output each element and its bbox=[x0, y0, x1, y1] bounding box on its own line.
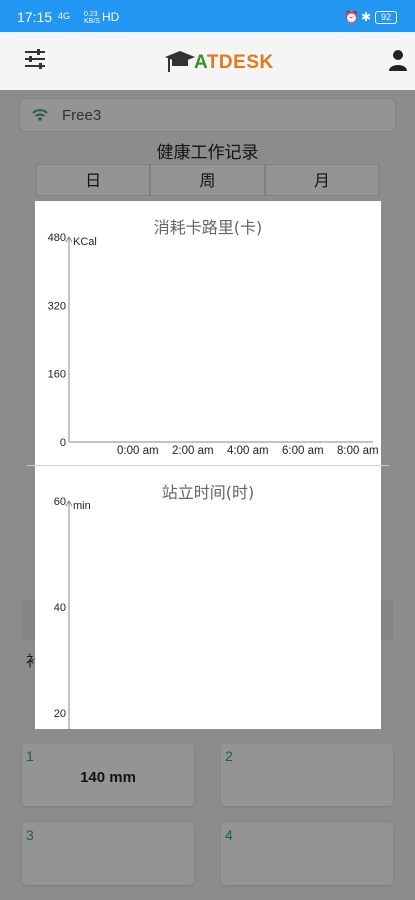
x-tick-label: 0:00 am bbox=[117, 445, 159, 457]
y-axis-label: min bbox=[73, 500, 91, 512]
logo-text: ATDESK bbox=[194, 52, 274, 74]
y-tick-label: 160 bbox=[48, 369, 66, 381]
x-tick-label: 6:00 am bbox=[282, 445, 324, 457]
speed-unit: KB/S bbox=[84, 18, 100, 25]
battery-indicator: 92 bbox=[375, 11, 397, 24]
y-tick-label: 320 bbox=[48, 300, 66, 312]
y-tick-label: 20 bbox=[54, 708, 66, 720]
standing-chart-svg: 0204060min0:00 am2:00 am4:00 am6:00 am8:… bbox=[54, 496, 91, 729]
bluetooth-icon: ✱ bbox=[361, 10, 372, 24]
alarm-icon: ⏰ bbox=[344, 10, 359, 24]
speed-value: 0.23 bbox=[84, 11, 98, 18]
user-icon[interactable] bbox=[386, 48, 410, 72]
x-tick-label: 2:00 am bbox=[172, 445, 214, 457]
atdesk-logo: ATDESK bbox=[163, 48, 273, 80]
y-tick-label: 0 bbox=[60, 437, 66, 449]
y-tick-label: 480 bbox=[48, 232, 66, 244]
y-tick-label: 60 bbox=[54, 496, 66, 508]
network-speed: 0.23 KB/S bbox=[84, 11, 100, 25]
charts-dialog: 消耗卡路里(卡) 0 160 320 480 KCal 0:00 am 2:00 am 4:0… bbox=[27, 201, 389, 729]
sliders-icon[interactable] bbox=[22, 46, 48, 72]
x-tick-label: 4:00 am bbox=[227, 445, 269, 457]
calories-chart-svg: 0 160 320 480 KCal 0:00 am 2:00 am 4:00 am 6:00 … bbox=[48, 232, 379, 457]
status-bar: 17:15 4G 0.23 KB/S HD ⏰ ✱ 92 bbox=[0, 0, 415, 32]
calories-chart: 消耗卡路里(卡) 0 160 320 480 KCal 0:00 am 2:00 am 4:0… bbox=[35, 201, 381, 465]
status-time: 17:15 bbox=[17, 9, 53, 25]
graduation-cap-icon bbox=[165, 51, 195, 72]
app-bar: ATDESK bbox=[0, 32, 415, 90]
y-axis-label: KCal bbox=[73, 236, 97, 248]
network-indicator: 4G bbox=[58, 11, 71, 21]
hd-indicator: HD bbox=[102, 10, 120, 24]
x-tick-label: 8:00 am bbox=[337, 445, 379, 457]
y-tick-label: 40 bbox=[54, 602, 66, 614]
logo-text-rest: TDESK bbox=[206, 52, 274, 73]
standing-chart: 站立时间(时) 0204060min0:00 am2:00 am4:00 am6… bbox=[35, 465, 381, 729]
logo-text-a: A bbox=[194, 52, 207, 73]
